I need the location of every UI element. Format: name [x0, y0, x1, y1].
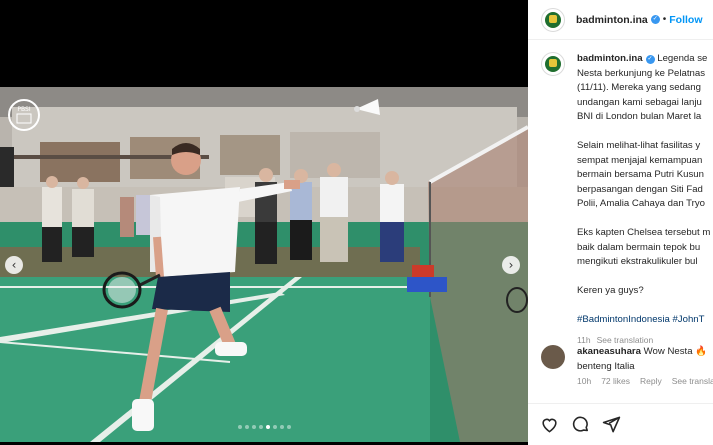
chevron-right-icon: › [508, 258, 514, 272]
carousel-dot [259, 425, 263, 429]
post-photo: PBSI [0, 87, 528, 442]
chevron-left-icon: ‹ [11, 258, 17, 272]
reply-button[interactable]: Reply [640, 376, 662, 386]
comment-username[interactable]: akaneasuhara [577, 346, 641, 357]
comment-text: Wow Nesta [643, 346, 693, 357]
heart-icon[interactable] [540, 415, 559, 434]
carousel-dot [273, 425, 277, 429]
post-actions [528, 403, 713, 445]
caption-line: BNI di London bulan Maret la [577, 111, 702, 122]
see-translation-link[interactable]: See translation [597, 335, 654, 345]
verified-badge-icon: ✓ [650, 15, 660, 24]
caption-line: bermain bersama Putri Kusun [577, 169, 704, 180]
carousel-dot [245, 425, 249, 429]
verified-badge-icon: ✓ [645, 55, 655, 64]
follow-button[interactable]: Follow [669, 14, 702, 26]
post-caption: badminton.ina ✓ Legenda se Nesta berkunju… [541, 52, 713, 347]
carousel-dot [238, 425, 242, 429]
comment-text: benteng Italia [577, 360, 635, 372]
caption-line: Polii, Amalia Cahaya dan Tryo [577, 198, 705, 209]
caption-line: Nesta berkunjung ke Pelatnas [577, 67, 705, 79]
comment-item: akaneasuhara Wow Nesta 🔥 benteng Italia … [541, 345, 713, 386]
caption-line: Legenda se [657, 53, 708, 64]
caption-line: baik dalam bermain tepok bu [577, 241, 701, 253]
carousel-dot [280, 425, 284, 429]
comment-icon[interactable] [571, 415, 590, 434]
caption-line: sempat menjajal kemampuan [577, 154, 703, 166]
caption-line: Eks kapten Chelsea tersebut m [577, 227, 711, 238]
caption-username[interactable]: badminton.ina [577, 53, 643, 64]
see-translation-link[interactable]: See transla [672, 376, 713, 386]
carousel-dot [252, 425, 256, 429]
carousel-dot-active [266, 425, 270, 429]
carousel-dots [238, 425, 291, 429]
instagram-post-frame: PBSI ‹ › badminton.ina ✓ • Follow badmin… [0, 0, 713, 445]
comment-time: 10h [577, 376, 592, 386]
caption-line: berpasangan dengan Siti Fad [577, 183, 703, 195]
pbsi-logo-icon [545, 56, 561, 72]
previous-media-button[interactable]: ‹ [5, 256, 23, 274]
comment-likes[interactable]: 72 likes [601, 376, 630, 386]
carousel-dot [287, 425, 291, 429]
header-separator: • [662, 14, 667, 25]
caption-line: undangan kami sebagai lanju [577, 96, 702, 108]
caption-line: Keren ya guys? [577, 285, 644, 296]
post-media: PBSI ‹ › [0, 0, 528, 445]
caption-avatar[interactable] [541, 52, 565, 76]
pbsi-logo-icon [545, 11, 561, 28]
caption-time: 11h [577, 334, 591, 345]
comment-avatar[interactable] [541, 345, 565, 369]
caption-hashtags[interactable]: #BadmintonIndonesia #JohnT [577, 313, 710, 328]
share-icon[interactable] [602, 415, 621, 434]
fire-emoji-icon: 🔥 [695, 346, 708, 357]
avatar[interactable] [541, 7, 565, 32]
caption-line: Selain melihat-lihat fasilitas y [577, 140, 701, 151]
caption-line: mengikuti ekstrakulikuler bul [577, 256, 698, 267]
post-side-panel: badminton.ina ✓ • Follow badminton.ina ✓ … [528, 0, 713, 445]
header-username[interactable]: badminton.ina [576, 14, 648, 26]
post-header: badminton.ina ✓ • Follow [528, 0, 713, 40]
pbsi-badge-text: PBSI [17, 106, 30, 113]
caption-line: (11/11). Mereka yang sedang [577, 82, 701, 93]
next-media-button[interactable]: › [502, 256, 520, 274]
